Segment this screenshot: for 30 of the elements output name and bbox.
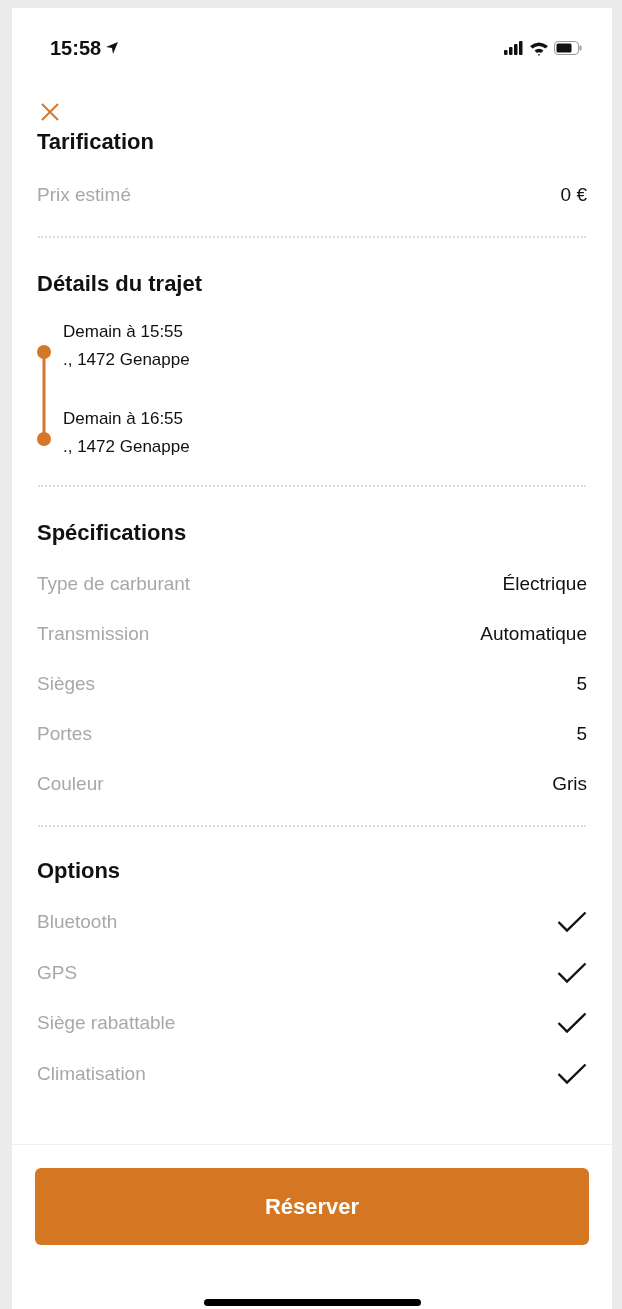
section-heading: Options [37, 857, 122, 885]
row-label: Couleur [37, 771, 104, 796]
row-value: 0 € [560, 182, 587, 207]
row-value: Automatique [480, 621, 587, 646]
stop-address: ., 1472 Genappe [63, 436, 190, 458]
option-label: Siège rabattable [37, 1011, 176, 1035]
row-label: Type de carburant [37, 571, 191, 596]
row-label: Prix estimé [37, 182, 131, 207]
row-label: Sièges [37, 671, 96, 696]
option-label: GPS [37, 960, 78, 985]
stop-time: Demain à 16:55 [63, 408, 185, 430]
battery-icon [554, 41, 582, 55]
option-label: Climatisation [37, 1061, 146, 1086]
section-heading: Détails du trajet [37, 270, 204, 298]
row-label: Portes [37, 721, 92, 746]
row-value: 5 [576, 671, 587, 696]
row-label: Transmission [37, 621, 150, 646]
reserve-button[interactable]: Réserver [35, 1168, 589, 1245]
stop-address: ., 1472 Genappe [63, 349, 190, 371]
status-time: 15:58 [50, 36, 102, 61]
location-arrow-icon [105, 41, 120, 55]
row-value: Électrique [502, 571, 587, 596]
stop-time: Demain à 15:55 [63, 321, 185, 343]
signal-icon [504, 41, 524, 55]
section-heading: Tarification [37, 128, 155, 156]
row-value: Gris [552, 771, 587, 796]
section-heading: Spécifications [37, 519, 188, 547]
option-label: Bluetooth [37, 910, 118, 934]
row-value: 5 [576, 721, 587, 746]
wifi-icon [529, 40, 549, 56]
